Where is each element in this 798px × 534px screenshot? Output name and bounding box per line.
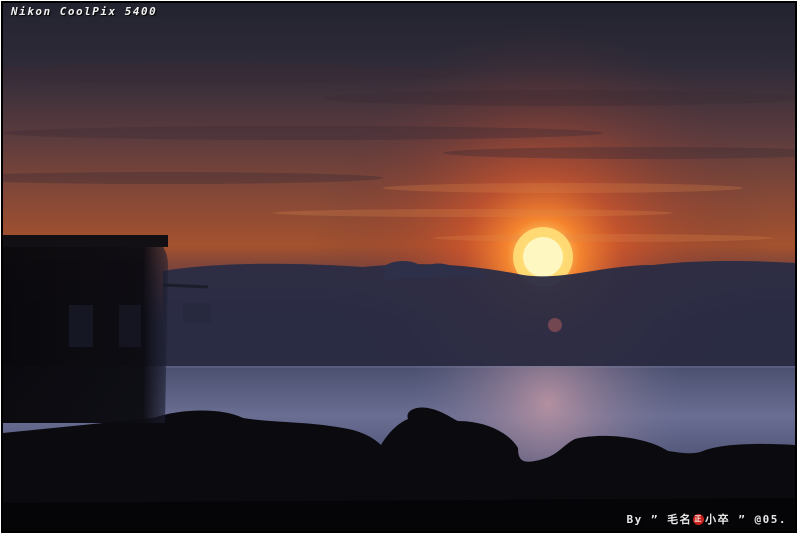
seal-stamp: 正: [693, 513, 705, 525]
sunset-photo: Nikon CoolPix 5400 By ” 毛名 正 小卒 ” @05.: [3, 3, 795, 531]
camera-watermark: Nikon CoolPix 5400: [11, 5, 158, 18]
photographer-signature: By ” 毛名 正 小卒 ” @05.: [627, 511, 787, 527]
photo-frame: Nikon CoolPix 5400 By ” 毛名 正 小卒 ” @05.: [1, 1, 797, 533]
sunset-scene: [3, 3, 795, 531]
signature-suffix: 小卒 ” @05.: [705, 513, 787, 526]
signature-prefix: By ” 毛名: [626, 513, 693, 526]
